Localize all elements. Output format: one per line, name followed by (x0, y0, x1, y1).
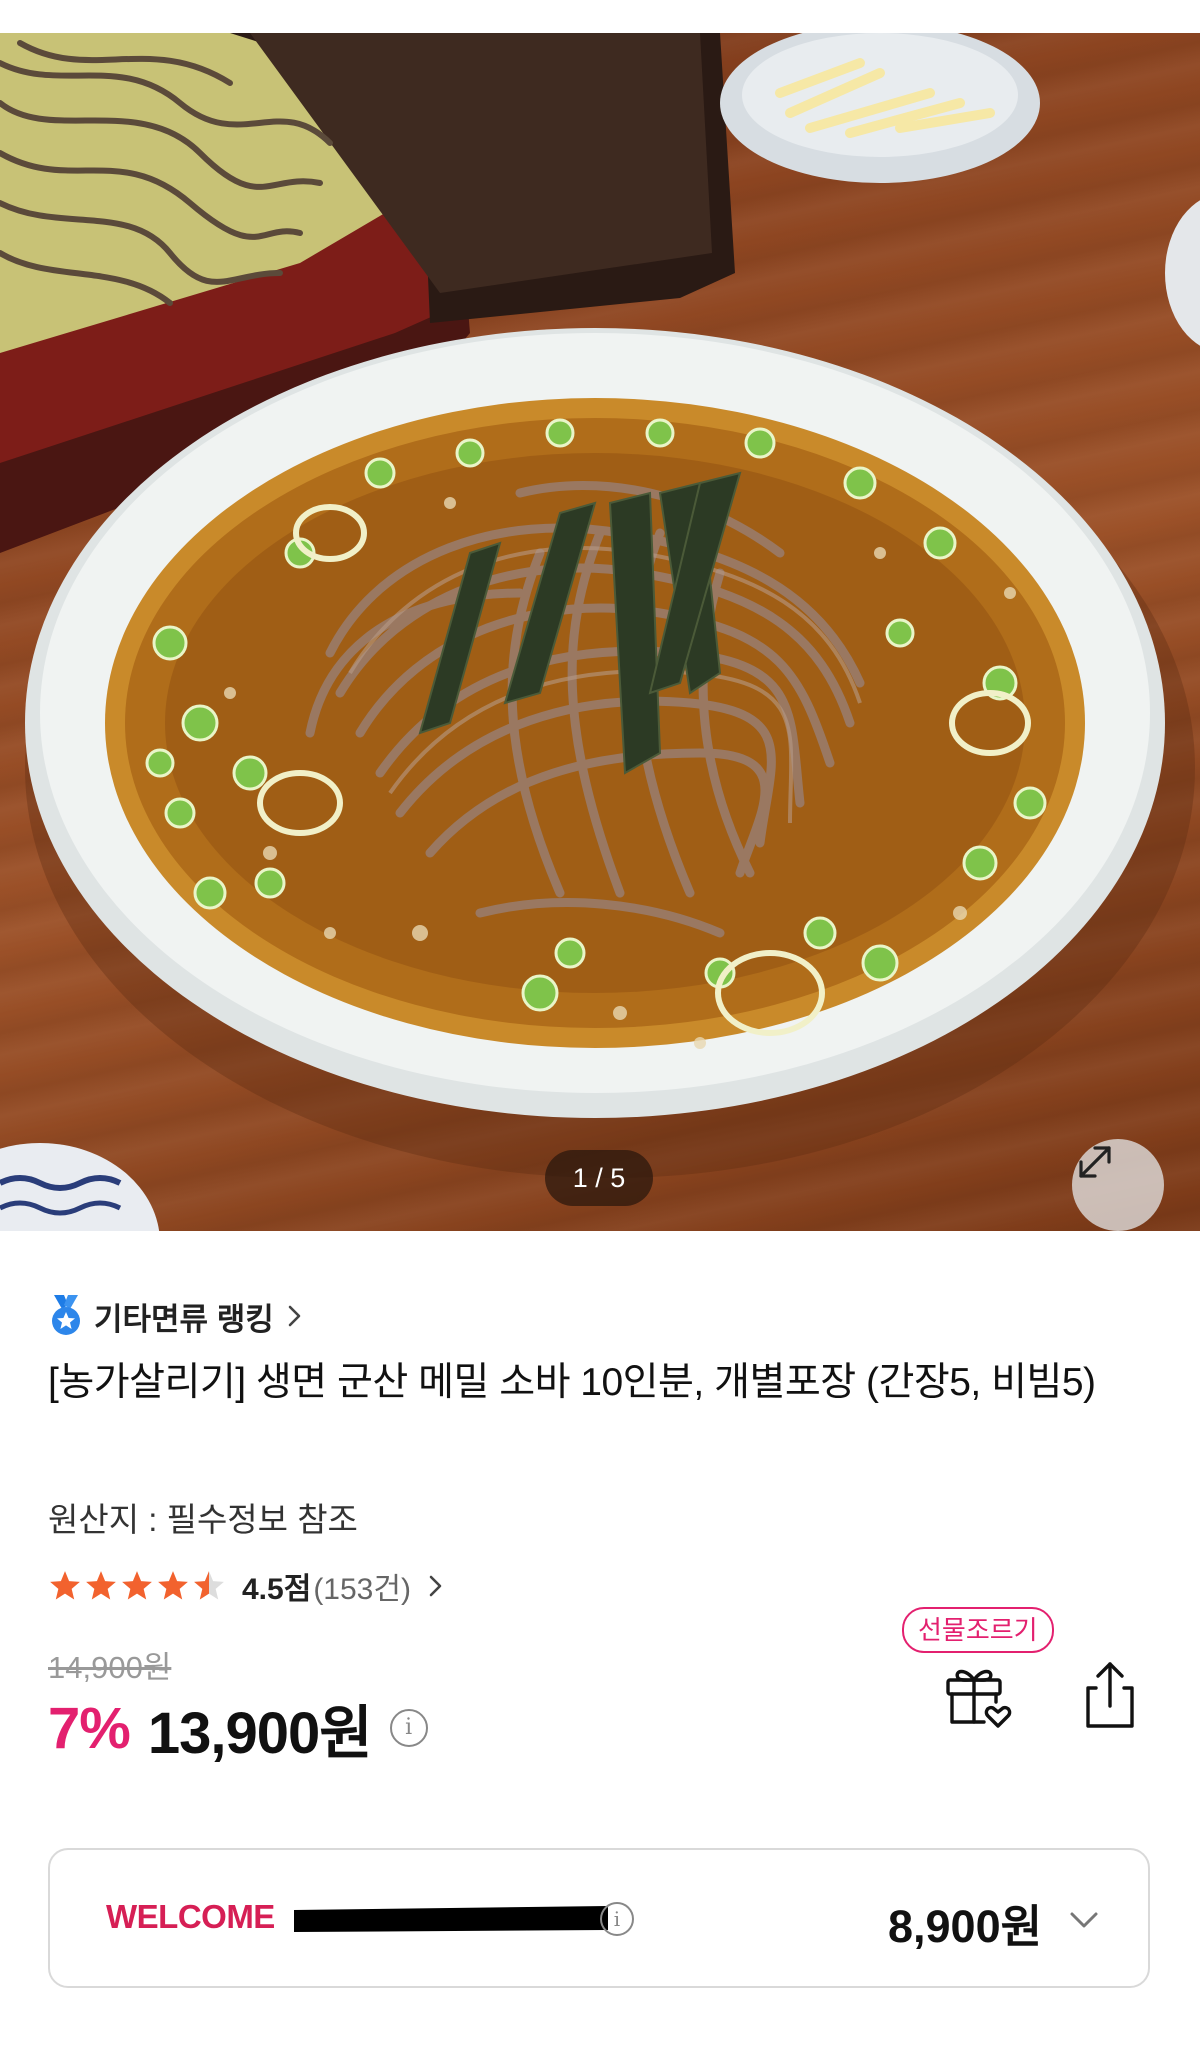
side-dish-plate (720, 33, 1040, 183)
star-rating (48, 1569, 226, 1603)
price-row: 7% 13,900원 i (48, 1690, 428, 1766)
share-icon (1086, 1662, 1134, 1728)
share-button[interactable] (1074, 1656, 1146, 1732)
star-icon (122, 1571, 152, 1600)
soba-bowl (25, 328, 1195, 1178)
expand-arrows-icon (1079, 1146, 1111, 1178)
rating-row[interactable]: 4.5점 (153건) (48, 1562, 447, 1610)
review-count: (153건) (313, 1573, 411, 1606)
product-image[interactable]: 1 / 5 (0, 33, 1200, 1231)
discount-rate: 7% (48, 1695, 131, 1761)
medal-icon (52, 1295, 80, 1335)
origin-text: 원산지 : 필수정보 참조 (48, 1501, 358, 1538)
coupon-price: 8,900원 (887, 1901, 1042, 1952)
star-icon (86, 1571, 116, 1600)
gift-request-badge: 선물조르기 (902, 1607, 1054, 1653)
star-icon (158, 1571, 188, 1600)
ranking-label: 기타면류 랭킹 (94, 1301, 274, 1337)
patterned-bowl (0, 1143, 160, 1231)
rating-score: 4.5점 (242, 1573, 312, 1606)
soba-photo (0, 33, 1200, 1231)
image-counter: 1 / 5 (545, 1150, 653, 1206)
redacted-mark (294, 1906, 608, 1932)
half-star-icon (194, 1571, 224, 1600)
product-title: [농가살리기] 생면 군산 메밀 소바 10인분, 개별포장 (간장5, 비빔5… (48, 1361, 1096, 1404)
price-info-icon[interactable]: i (389, 1709, 428, 1747)
chevron-right-icon (288, 1305, 301, 1327)
expand-image-button[interactable] (1072, 1139, 1164, 1231)
gift-button[interactable] (940, 1656, 1016, 1732)
coupon-label: WELCOME (106, 1898, 275, 1935)
star-icon (50, 1571, 80, 1600)
gift-heart-icon (946, 1669, 1012, 1728)
sale-price: 13,900원 (147, 1701, 373, 1766)
chevron-down-icon (1070, 1912, 1098, 1928)
coupon-info-icon[interactable]: i (600, 1902, 634, 1936)
chevron-right-icon (429, 1575, 442, 1597)
original-price: 14,900원 (48, 1650, 172, 1685)
ranking-link[interactable]: 기타면류 랭킹 (48, 1292, 306, 1340)
coupon-box[interactable]: WELCOME i 8,900원 (48, 1848, 1150, 1988)
